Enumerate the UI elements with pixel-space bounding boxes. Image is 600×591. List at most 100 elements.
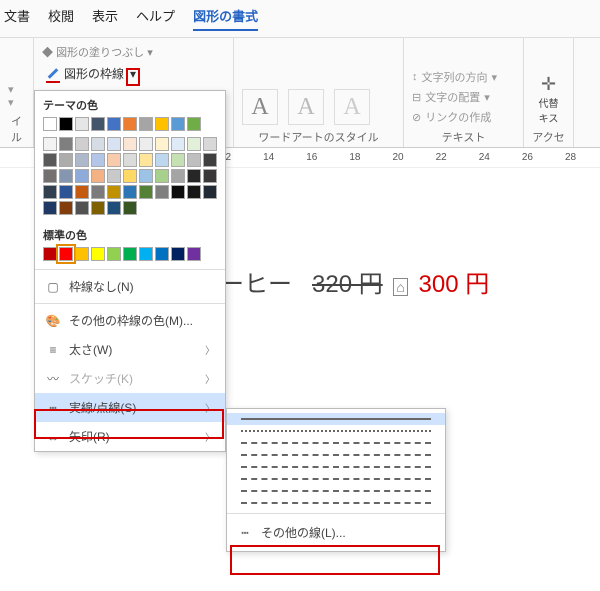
color-swatch[interactable] — [171, 185, 185, 199]
shape-outline-button[interactable]: 図形の枠線 ▾ — [42, 62, 225, 85]
color-swatch[interactable] — [59, 153, 73, 167]
color-swatch[interactable] — [43, 169, 57, 183]
color-swatch[interactable] — [123, 117, 137, 131]
color-swatch[interactable] — [91, 201, 105, 215]
wordart-gallery[interactable]: A A A — [242, 79, 395, 125]
color-swatch[interactable] — [123, 169, 137, 183]
color-swatch[interactable] — [139, 169, 153, 183]
color-swatch[interactable] — [75, 137, 89, 151]
dash-option[interactable] — [227, 449, 445, 461]
wordart-style[interactable]: A — [242, 89, 278, 125]
color-swatch[interactable] — [139, 137, 153, 151]
color-swatch[interactable] — [203, 169, 217, 183]
color-swatch[interactable] — [187, 153, 201, 167]
color-swatch[interactable] — [123, 247, 137, 261]
color-swatch[interactable] — [59, 169, 73, 183]
color-swatch[interactable] — [171, 137, 185, 151]
color-swatch[interactable] — [155, 153, 169, 167]
chevron-down-icon[interactable]: ▾ — [130, 67, 136, 81]
color-swatch[interactable] — [75, 185, 89, 199]
color-swatch[interactable] — [59, 117, 73, 131]
color-swatch[interactable] — [43, 201, 57, 215]
color-swatch[interactable] — [43, 185, 57, 199]
color-swatch[interactable] — [187, 117, 201, 131]
color-swatch[interactable] — [171, 117, 185, 131]
color-swatch[interactable] — [43, 153, 57, 167]
color-swatch[interactable] — [43, 117, 57, 131]
color-swatch[interactable] — [43, 247, 57, 261]
color-swatch[interactable] — [107, 247, 121, 261]
color-swatch[interactable] — [187, 185, 201, 199]
alt-text-icon[interactable]: ✛ — [532, 74, 565, 95]
color-swatch[interactable] — [107, 137, 121, 151]
dash-option[interactable] — [227, 461, 445, 473]
color-swatch[interactable] — [155, 185, 169, 199]
dash-option[interactable] — [227, 425, 445, 437]
color-swatch[interactable] — [139, 153, 153, 167]
menu-item[interactable]: ヘルプ — [136, 6, 175, 31]
color-swatch[interactable] — [123, 201, 137, 215]
color-swatch[interactable] — [75, 153, 89, 167]
color-swatch[interactable] — [75, 117, 89, 131]
menu-item-shape-format[interactable]: 図形の書式 — [193, 6, 258, 31]
color-swatch[interactable] — [187, 169, 201, 183]
color-swatch[interactable] — [139, 117, 153, 131]
color-swatch[interactable] — [91, 247, 105, 261]
color-swatch[interactable] — [59, 201, 73, 215]
color-swatch[interactable] — [59, 247, 73, 261]
dash-option[interactable] — [227, 497, 445, 509]
color-swatch[interactable] — [203, 153, 217, 167]
more-lines-item[interactable]: ┅その他の線(L)... — [227, 518, 445, 547]
color-swatch[interactable] — [43, 137, 57, 151]
color-swatch[interactable] — [107, 201, 121, 215]
text-direction-button[interactable]: ↕ 文字列の方向 ▾ — [412, 69, 515, 85]
color-swatch[interactable] — [155, 169, 169, 183]
color-swatch[interactable] — [139, 185, 153, 199]
color-swatch[interactable] — [171, 247, 185, 261]
color-swatch[interactable] — [107, 185, 121, 199]
color-swatch[interactable] — [123, 153, 137, 167]
color-swatch[interactable] — [155, 247, 169, 261]
color-swatch[interactable] — [123, 185, 137, 199]
menu-item[interactable]: 表示 — [92, 6, 118, 31]
color-swatch[interactable] — [75, 247, 89, 261]
weight-item[interactable]: ≡ 太さ(W)〉 — [35, 335, 225, 364]
color-swatch[interactable] — [203, 137, 217, 151]
color-swatch[interactable] — [59, 137, 73, 151]
color-swatch[interactable] — [203, 185, 217, 199]
color-swatch[interactable] — [75, 169, 89, 183]
color-swatch[interactable] — [107, 169, 121, 183]
color-swatch[interactable] — [75, 201, 89, 215]
color-swatch[interactable] — [139, 247, 153, 261]
color-swatch[interactable] — [107, 153, 121, 167]
color-swatch[interactable] — [91, 117, 105, 131]
color-swatch[interactable] — [107, 117, 121, 131]
dashes-item[interactable]: ┅ 実線/点線(S)〉 — [35, 393, 225, 422]
menu-item[interactable]: 文書 — [4, 6, 30, 31]
color-swatch[interactable] — [171, 153, 185, 167]
create-link-button[interactable]: ⊘ リンクの作成 — [412, 109, 515, 125]
color-swatch[interactable] — [155, 137, 169, 151]
color-swatch[interactable] — [155, 117, 169, 131]
dash-option[interactable] — [227, 485, 445, 497]
dash-option[interactable] — [227, 437, 445, 449]
wordart-style[interactable]: A — [288, 89, 324, 125]
shape-fill-button[interactable]: ◆ 図形の塗りつぶし ▾ — [42, 42, 225, 62]
color-swatch[interactable] — [171, 169, 185, 183]
color-swatch[interactable] — [91, 137, 105, 151]
color-swatch[interactable] — [91, 169, 105, 183]
dash-option[interactable] — [227, 413, 445, 425]
color-swatch[interactable] — [123, 137, 137, 151]
menu-item[interactable]: 校閲 — [48, 6, 74, 31]
more-outline-colors-item[interactable]: 🎨 その他の枠線の色(M)... — [35, 306, 225, 335]
color-swatch[interactable] — [91, 153, 105, 167]
no-outline-item[interactable]: ▢ 枠線なし(N) — [35, 272, 225, 301]
text-align-button[interactable]: ⊟ 文字の配置 ▾ — [412, 89, 515, 105]
arrows-item[interactable]: ↔ 矢印(R)〉 — [35, 422, 225, 451]
wordart-style[interactable]: A — [334, 89, 370, 125]
color-swatch[interactable] — [187, 247, 201, 261]
dash-option[interactable] — [227, 473, 445, 485]
color-swatch[interactable] — [91, 185, 105, 199]
color-swatch[interactable] — [187, 137, 201, 151]
color-swatch[interactable] — [59, 185, 73, 199]
